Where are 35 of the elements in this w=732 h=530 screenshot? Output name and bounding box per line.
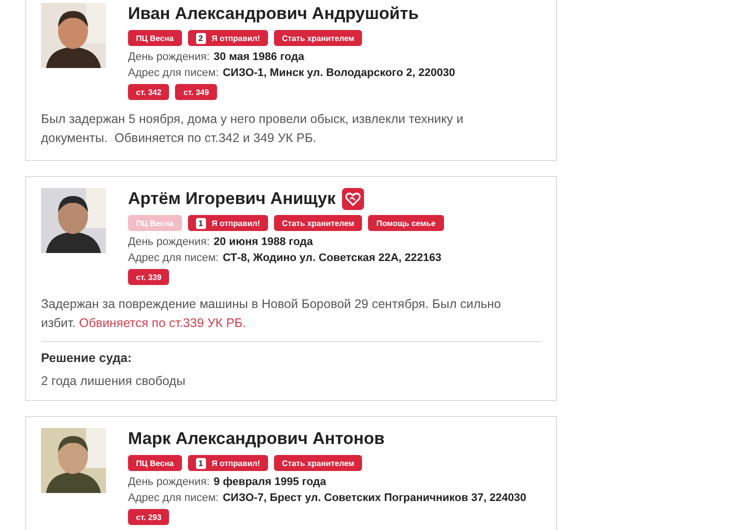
field-value: 20 июня 1988 года [214,236,313,248]
article-tag[interactable]: ст. 293 [128,509,170,525]
article-tag[interactable]: ст. 342 [128,84,170,100]
verdict-title: Решение суда: [41,351,133,365]
action-button[interactable]: ПЦ Весна [128,455,182,471]
article-tag[interactable]: ст. 349 [175,84,217,100]
action-button[interactable]: ПЦ Весна [128,30,182,46]
prisoner-name: Марк Александрович Антонов [128,429,385,449]
action-button[interactable]: 2 Я отправил! [188,30,268,46]
action-button[interactable]: Помощь семье [368,215,444,231]
action-button[interactable]: 1 Я отправил! [188,215,268,231]
count-badge: 2 [196,32,206,44]
field-value: 30 мая 1986 года [214,51,304,63]
field-label: День рождения: [128,51,210,63]
field-label: Адрес для писем: [128,492,219,504]
field-label: Адрес для писем: [128,252,219,264]
prisoner-name: Иван Александрович Андрушойть [128,4,419,24]
field-value: 9 февраля 1995 года [214,476,326,488]
field-label: День рождения: [128,476,210,488]
field-value: СИЗО-1, Минск ул. Володарского 2, 220030 [222,67,456,79]
action-button[interactable]: 1 Я отправил! [188,455,268,471]
field-value: СИЗО-7, Брест ул. Советских Пограничников 37, 224030 [222,492,526,504]
verdict-text: 2 года лишения свободы [41,374,186,388]
action-button[interactable]: Стать хранителем [274,455,362,471]
prisoner-name: Артём Игоревич Анищук [128,189,336,209]
description-text: Задержан за повреждение машины в Новой Боровой 29 сентября. Был сильно избит. Обвиняется по ст.339 УК РБ. [41,296,501,332]
field-value: СТ-8, Жодино ул. Советская 22А, 222163 [222,252,442,264]
field-label: Адрес для писем: [128,67,219,79]
action-button[interactable]: Стать хранителем [274,30,362,46]
count-badge: 1 [196,458,206,468]
field-label: День рождения: [128,236,210,248]
description-text: Был задержан 5 ноября, дома у него провели обыск, извлекли технику и документы. Обвиняется по ст.342 и 349 УК РБ. [41,111,464,147]
count-badge: 1 [196,218,206,228]
action-button[interactable]: Стать хранителем [274,215,362,231]
article-tag[interactable]: ст. 339 [128,269,170,285]
